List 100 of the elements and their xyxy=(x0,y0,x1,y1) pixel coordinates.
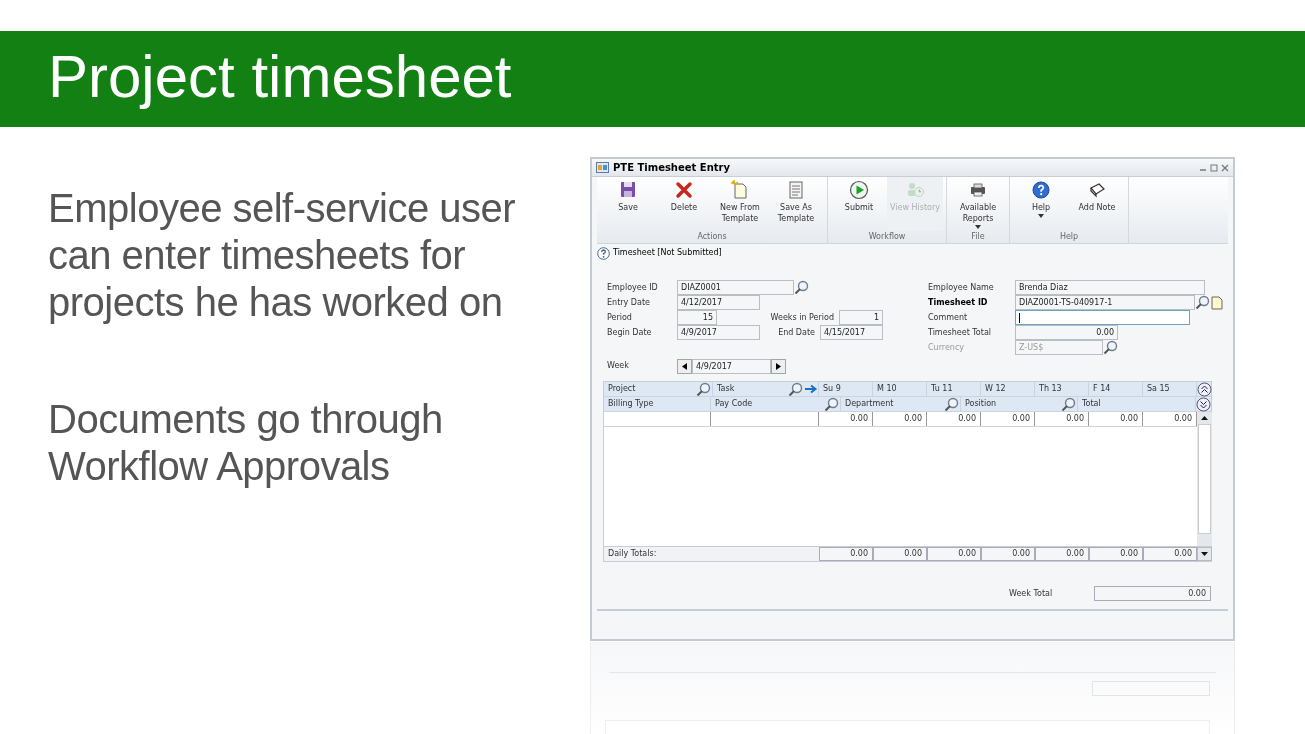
field-label: Week xyxy=(607,360,630,372)
collapse-icon[interactable] xyxy=(1197,382,1212,397)
arrow-icon[interactable] xyxy=(804,384,818,394)
field-label: Comment xyxy=(928,311,969,324)
total-cell: 0.00 xyxy=(927,547,981,561)
field-label: Timesheet ID xyxy=(928,296,989,309)
maximize-icon[interactable] xyxy=(1210,163,1218,172)
search-icon[interactable] xyxy=(824,396,840,412)
input-field[interactable]: 4/9/2017 xyxy=(692,358,771,374)
column-header: Pay Code xyxy=(714,398,754,410)
row-label: Daily Totals: xyxy=(607,548,658,560)
input-field[interactable] xyxy=(1015,310,1190,325)
search-icon[interactable] xyxy=(1195,295,1211,310)
input-field[interactable]: 0.00 xyxy=(1015,325,1118,340)
table-cell[interactable]: 0.00 xyxy=(819,412,873,426)
field-label: Period xyxy=(607,311,633,324)
table-cell[interactable]: 0.00 xyxy=(1089,412,1143,426)
column-header: Position xyxy=(964,398,998,410)
caret-icon xyxy=(1038,214,1044,218)
ribbon-group-label: File xyxy=(970,231,986,243)
input-field[interactable]: Brenda Diaz xyxy=(1015,280,1205,295)
expand-icon[interactable] xyxy=(1196,397,1211,412)
field-label: Employee ID xyxy=(607,281,659,294)
close-icon[interactable] xyxy=(1221,163,1229,172)
table-cell[interactable]: 0.00 xyxy=(1035,412,1089,426)
search-icon[interactable] xyxy=(1103,340,1119,355)
column-header: Billing Type xyxy=(607,398,655,410)
ribbon-button[interactable]: Help xyxy=(1013,177,1069,231)
column-header: F 14 xyxy=(1092,383,1112,395)
field-label: Weeks in Period xyxy=(769,311,835,324)
field-label: Begin Date xyxy=(607,326,653,339)
search-icon[interactable] xyxy=(1061,396,1077,412)
table-cell[interactable]: 0.00 xyxy=(927,412,981,426)
field-label: Currency xyxy=(928,341,966,354)
column-header: Project xyxy=(607,383,637,395)
input-field[interactable]: 4/9/2017 xyxy=(677,325,760,340)
ribbon-group-label: Workflow xyxy=(867,231,907,243)
field-label: Employee Name xyxy=(928,281,995,294)
total-cell: 0.00 xyxy=(1143,547,1197,561)
column-header: Th 13 xyxy=(1038,383,1063,395)
printer-icon xyxy=(968,180,988,200)
field-label: End Date xyxy=(777,326,816,339)
previous-button[interactable] xyxy=(677,358,692,374)
slide-title: Project timesheet xyxy=(48,47,512,107)
input-field[interactable]: DIAZ0001-TS-040917-1 xyxy=(1015,295,1195,310)
caret-icon xyxy=(975,225,981,229)
ribbon-button[interactable]: Submit xyxy=(831,177,887,231)
table-cell[interactable]: 0.00 xyxy=(873,412,927,426)
field-label: Week Total xyxy=(1009,587,1054,600)
total-cell: 0.00 xyxy=(819,547,873,561)
window-title: PTE Timesheet Entry xyxy=(613,161,730,175)
column-header: Su 9 xyxy=(822,383,842,395)
column-header: Department xyxy=(844,398,895,410)
ribbon-button[interactable]: New From Template xyxy=(712,177,768,231)
column-header: Sa 15 xyxy=(1146,383,1171,395)
column-header: Tu 11 xyxy=(930,383,954,395)
ribbon-button[interactable]: Add Note xyxy=(1069,177,1125,231)
input-field[interactable]: 15 xyxy=(677,310,717,325)
next-button[interactable] xyxy=(771,358,786,374)
column-header: M 10 xyxy=(876,383,898,395)
table-cell[interactable]: 0.00 xyxy=(981,412,1035,426)
search-icon[interactable] xyxy=(696,381,712,397)
app-icon[interactable] xyxy=(596,162,609,173)
ribbon-button[interactable]: Delete xyxy=(656,177,712,231)
input-field[interactable]: 4/12/2017 xyxy=(677,295,760,310)
ribbon-button[interactable]: Available Reports xyxy=(950,177,1006,231)
play-icon xyxy=(849,180,869,200)
input-field[interactable]: DIAZ0001 xyxy=(677,280,794,295)
column-header: W 12 xyxy=(984,383,1007,395)
ribbon-button[interactable]: Save As Template xyxy=(768,177,824,231)
note-icon[interactable] xyxy=(1211,295,1223,310)
ribbon-group-label: Actions xyxy=(696,231,728,243)
ribbon-button[interactable]: Save xyxy=(600,177,656,231)
total-cell: 0.00 xyxy=(981,547,1035,561)
input-field[interactable]: 1 xyxy=(839,310,883,325)
right-arrow-icon xyxy=(776,362,781,370)
field-label: Timesheet Total xyxy=(928,326,993,339)
body-text: Employee self-service user can enter timesheets for projects he has worked on xyxy=(48,185,517,326)
people-clock-icon xyxy=(905,180,925,200)
input-field[interactable]: 4/15/2017 xyxy=(820,325,883,340)
search-icon[interactable] xyxy=(794,280,810,295)
status-text: Timesheet [Not Submitted] xyxy=(613,247,722,259)
total-cell: 0.00 xyxy=(873,547,927,561)
document-icon xyxy=(786,180,806,200)
scrollbar[interactable] xyxy=(1197,412,1212,546)
new-document-icon xyxy=(730,180,750,200)
total-cell: 0.00 xyxy=(1089,547,1143,561)
help-icon xyxy=(1031,180,1051,200)
field-label: Entry Date xyxy=(607,296,651,309)
total-cell: 0.00 xyxy=(1035,547,1089,561)
help-icon[interactable] xyxy=(597,247,610,260)
ribbon-group-label: Help xyxy=(1058,231,1080,243)
column-header: Task xyxy=(716,383,736,395)
search-icon[interactable] xyxy=(944,396,960,412)
body-text: Documents go through Workflow Approvals xyxy=(48,396,444,490)
delete-icon xyxy=(674,180,694,200)
column-header: Total xyxy=(1081,398,1102,410)
input-field: 0.00 xyxy=(1094,586,1211,601)
search-icon[interactable] xyxy=(788,381,804,397)
left-arrow-icon xyxy=(682,362,687,370)
